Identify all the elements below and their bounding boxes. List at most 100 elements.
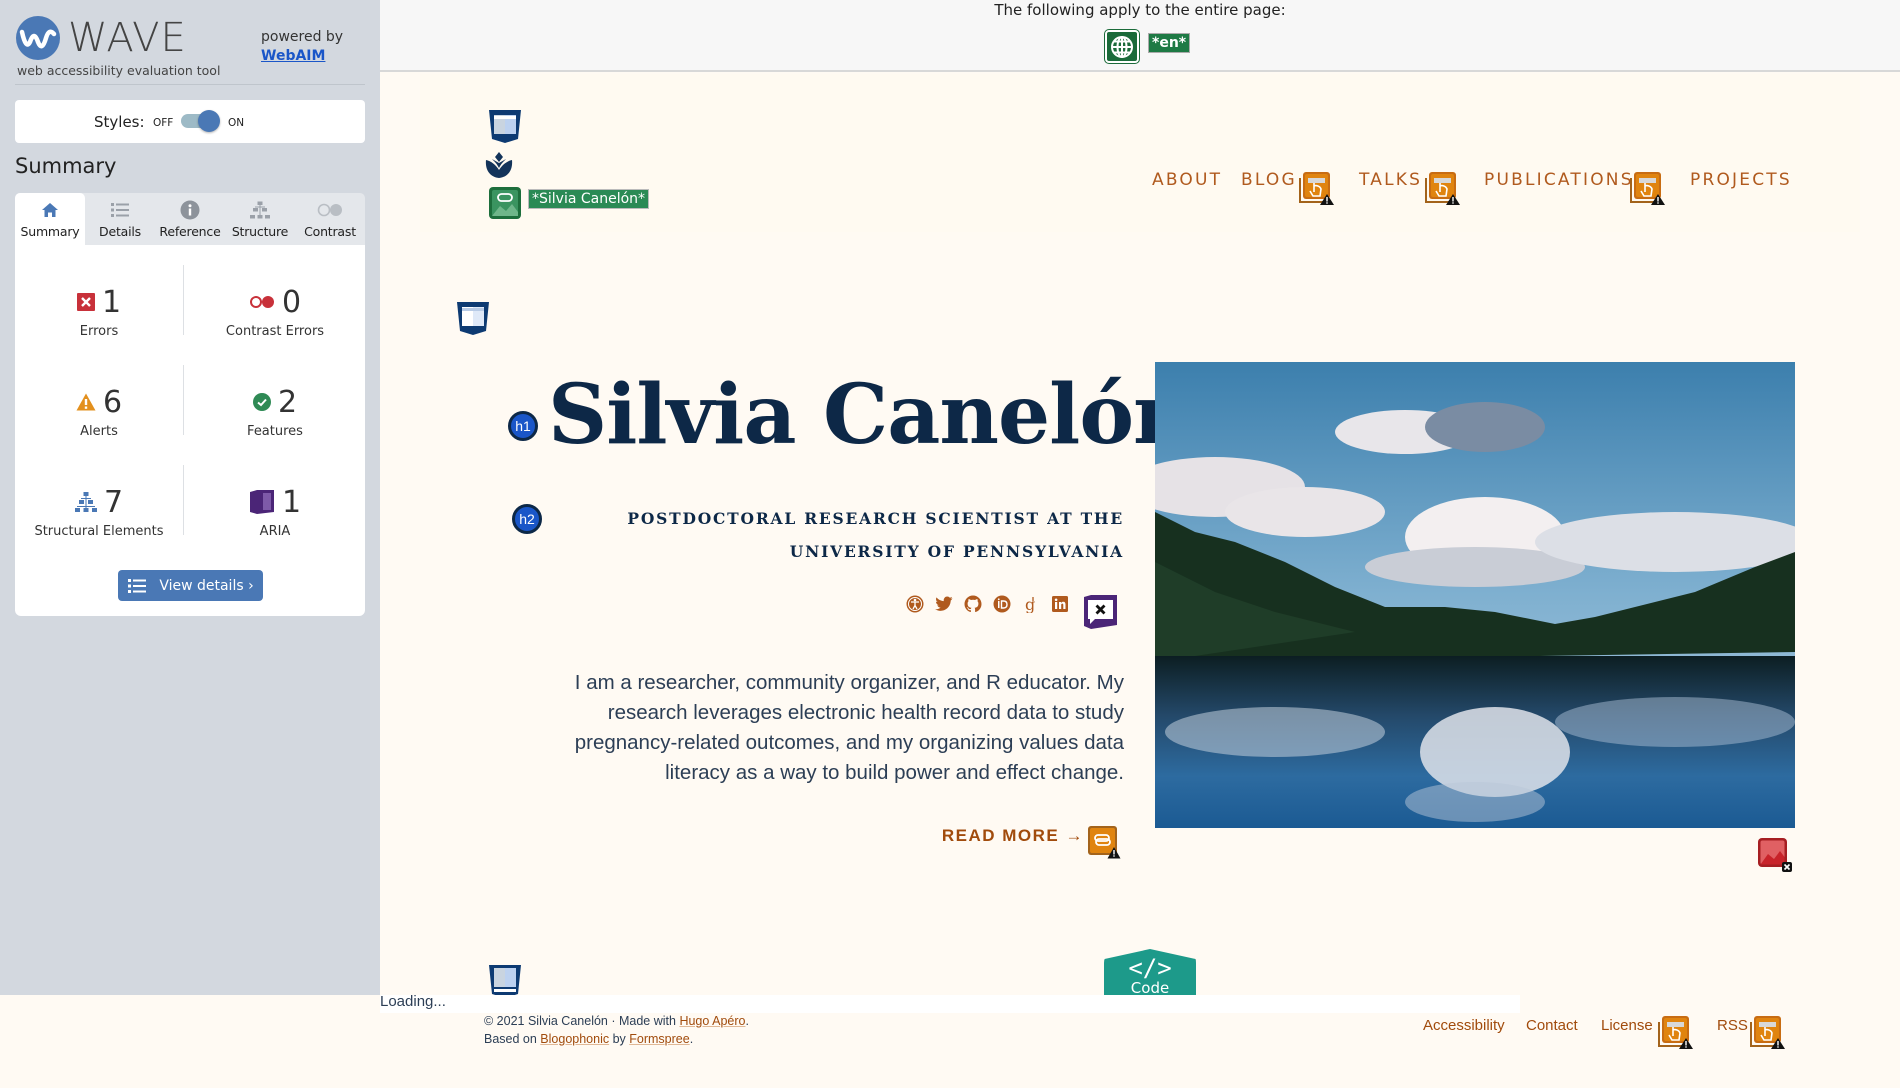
footer-line-1: © 2021 Silvia Canelón · Made with Hugo A… xyxy=(484,1012,749,1030)
tab-details[interactable]: Details xyxy=(85,193,155,245)
nav-link[interactable]: TALKS xyxy=(1359,170,1422,190)
accessibility-icon[interactable] xyxy=(906,595,924,613)
google-scholar-icon[interactable]: g xyxy=(1022,595,1040,613)
redundant-link-alert-icon[interactable] xyxy=(1423,170,1461,206)
code-badge[interactable]: </> Code xyxy=(1104,949,1196,995)
orcid-icon[interactable] xyxy=(993,595,1011,613)
blogophonic-link[interactable]: Blogophonic xyxy=(540,1032,609,1046)
language-icon[interactable] xyxy=(1105,30,1139,63)
footer-link-accessibility[interactable]: Accessibility xyxy=(1423,1017,1505,1034)
social-links: g xyxy=(906,595,1069,613)
redundant-link-alert-icon[interactable] xyxy=(1656,1014,1694,1050)
header-landmark-icon[interactable] xyxy=(487,108,523,144)
divider xyxy=(183,365,184,435)
stat-count: 6 xyxy=(102,384,123,420)
feature-icon xyxy=(252,393,271,411)
panel-title: Summary xyxy=(15,154,117,178)
view-details-label: View details › xyxy=(159,577,254,594)
stat-count: 1 xyxy=(101,284,122,320)
page-level-text: The following apply to the entire page: xyxy=(994,1,1286,19)
aria-hidden-icon[interactable] xyxy=(1083,595,1118,629)
github-icon[interactable] xyxy=(964,595,982,613)
wave-sidebar: WAVE web accessibility evaluation tool p… xyxy=(0,0,380,995)
summary-panel: 1 Errors 0 Contrast Errors 6 Alerts 2 Fe… xyxy=(15,245,365,616)
tab-contrast[interactable]: Contrast xyxy=(295,193,365,245)
stat-alerts[interactable]: 6 Alerts xyxy=(19,382,179,439)
stat-count: 0 xyxy=(281,284,302,320)
hugo-apero-link[interactable]: Hugo Apéro xyxy=(679,1014,745,1028)
styles-off-label: OFF xyxy=(153,117,174,129)
nav-link[interactable]: ABOUT xyxy=(1152,170,1222,190)
page-subtitle: POSTDOCTORAL RESEARCH SCIENTIST AT THE U… xyxy=(627,509,1124,561)
missing-alt-error-icon[interactable] xyxy=(1757,837,1793,873)
alert-icon xyxy=(76,393,96,411)
tab-summary[interactable]: Summary xyxy=(15,193,85,245)
redundant-link-alert-icon[interactable] xyxy=(1297,170,1335,206)
suspicious-link-alert-icon[interactable] xyxy=(1087,825,1121,859)
hierarchy-icon xyxy=(225,199,295,221)
view-details-button[interactable]: View details › xyxy=(118,570,263,601)
linkedin-icon[interactable] xyxy=(1051,595,1069,613)
stat-contrast-errors[interactable]: 0 Contrast Errors xyxy=(195,282,355,340)
list-icon xyxy=(128,578,147,593)
wave-header: WAVE web accessibility evaluation tool p… xyxy=(14,14,364,84)
stat-errors[interactable]: 1 Errors xyxy=(19,282,179,339)
wave-brand: WAVE xyxy=(68,15,187,61)
styles-label: Styles: xyxy=(94,113,145,131)
contrast-icon xyxy=(295,199,365,221)
contrast-error-icon xyxy=(249,296,274,308)
styles-toggle-knob[interactable] xyxy=(198,110,220,132)
stat-features[interactable]: 2 Features xyxy=(195,382,355,440)
tab-label: Details xyxy=(99,224,141,239)
nav-talks[interactable]: TALKS xyxy=(1359,170,1422,190)
wave-logo-icon xyxy=(16,16,60,60)
nav-publications[interactable]: PUBLICATIONS xyxy=(1484,170,1634,190)
page-level-strip: The following apply to the entire page: … xyxy=(380,0,1900,72)
formspree-link[interactable]: Formspree xyxy=(629,1032,689,1046)
tab-label: Contrast xyxy=(304,224,356,239)
nav-blog[interactable]: BLOG xyxy=(1241,170,1297,190)
redundant-link-alert-icon[interactable] xyxy=(1628,170,1666,206)
footer-link-contact[interactable]: Contact xyxy=(1526,1017,1578,1034)
nav-about[interactable]: ABOUT xyxy=(1152,170,1222,190)
webaim-link[interactable]: WebAIM xyxy=(261,47,343,66)
linked-image-alt-icon[interactable] xyxy=(488,186,522,220)
stat-structural-elements[interactable]: 7 Structural Elements xyxy=(19,482,179,540)
footer-link-rss[interactable]: RSS xyxy=(1717,1017,1748,1034)
stat-label: Errors xyxy=(79,324,119,339)
h1-badge[interactable]: h1 xyxy=(508,411,538,441)
styles-on-label: ON xyxy=(228,117,245,129)
stat-label: ARIA xyxy=(259,524,291,539)
twitter-icon[interactable] xyxy=(935,595,953,613)
footer-landmark-icon[interactable] xyxy=(487,963,523,999)
aria-icon xyxy=(249,490,274,514)
period: . xyxy=(745,1014,749,1028)
by: by xyxy=(609,1032,630,1046)
read-more-link[interactable]: READ MORE → xyxy=(920,826,1084,846)
footer-line-2: Based on Blogophonic by Formspree. xyxy=(484,1030,749,1048)
stat-count: 7 xyxy=(103,484,124,520)
tab-structure[interactable]: Structure xyxy=(225,193,295,245)
main-landmark-icon[interactable] xyxy=(455,300,491,336)
h2-badge[interactable]: h2 xyxy=(512,504,542,534)
divider xyxy=(183,265,184,335)
site-logo-icon[interactable] xyxy=(484,150,514,180)
stat-label: Features xyxy=(247,424,303,439)
divider xyxy=(15,84,365,85)
language-label: *en* xyxy=(1148,33,1191,53)
made-with: Made with xyxy=(618,1014,680,1028)
footer-link-license[interactable]: License xyxy=(1601,1017,1653,1034)
powered-by-text: powered by xyxy=(261,29,344,45)
tab-reference[interactable]: Reference xyxy=(155,193,225,245)
nav-link[interactable]: PUBLICATIONS xyxy=(1484,170,1634,190)
copyright: © 2021 Silvia Canelón xyxy=(484,1014,608,1028)
alt-text-label: *Silvia Canelón* xyxy=(528,189,650,209)
stat-label: Structural Elements xyxy=(34,524,164,539)
nav-link[interactable]: PROJECTS xyxy=(1690,170,1792,190)
nav-projects[interactable]: PROJECTS xyxy=(1690,170,1792,190)
stat-aria[interactable]: 1 ARIA xyxy=(195,482,355,539)
stat-label: Alerts xyxy=(80,424,118,439)
redundant-link-alert-icon[interactable] xyxy=(1748,1014,1786,1050)
hero-lake-image xyxy=(1155,362,1795,828)
nav-link[interactable]: BLOG xyxy=(1241,170,1297,190)
